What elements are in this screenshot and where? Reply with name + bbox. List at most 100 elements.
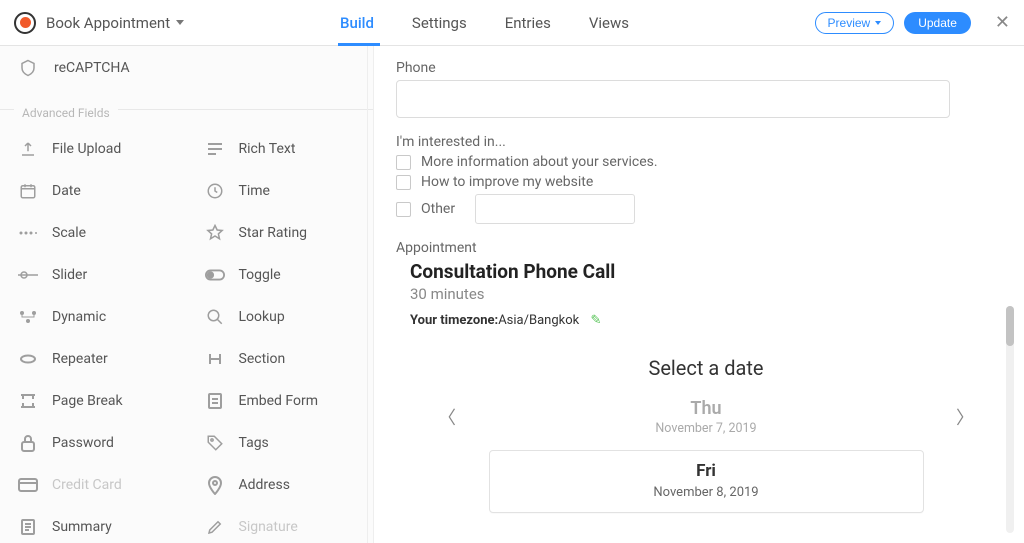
section-icon: [205, 349, 225, 369]
field-label: Lookup: [239, 309, 285, 325]
field-summary[interactable]: Summary: [0, 506, 187, 543]
field-recaptcha[interactable]: reCAPTCHA: [0, 46, 373, 90]
day-dow: Thu: [655, 398, 756, 419]
checkbox-label: Other: [421, 201, 455, 217]
checkbox-row[interactable]: How to improve my website: [396, 174, 1002, 190]
checkbox-label: More information about your services.: [421, 154, 658, 170]
field-label: Section: [239, 351, 286, 367]
field-label: Summary: [52, 519, 112, 535]
shield-icon: [18, 58, 38, 78]
tab-views[interactable]: Views: [589, 2, 629, 44]
day-card[interactable]: Fri November 8, 2019: [489, 450, 924, 513]
sidebar-scrollbar[interactable]: [367, 46, 373, 543]
scale-icon: [18, 223, 38, 243]
pagebreak-icon: [18, 391, 38, 411]
field-file-upload[interactable]: File Upload: [0, 128, 187, 170]
phone-input[interactable]: [396, 80, 950, 118]
field-label: Time: [239, 183, 270, 199]
chevron-down-icon: [875, 21, 881, 25]
field-label: Toggle: [239, 267, 281, 283]
update-button[interactable]: Update: [904, 12, 971, 34]
field-password[interactable]: Password: [0, 422, 187, 464]
checkbox-label: How to improve my website: [421, 174, 593, 190]
checkbox-row[interactable]: More information about your services.: [396, 154, 1002, 170]
tab-build[interactable]: Build: [340, 2, 374, 44]
embed-icon: [205, 391, 225, 411]
day-header: Thu November 7, 2019: [655, 398, 756, 436]
field-label-appointment: Appointment: [396, 240, 1002, 256]
scrollbar-thumb[interactable]: [1006, 306, 1014, 346]
tab-settings[interactable]: Settings: [412, 2, 467, 44]
tag-icon: [205, 433, 225, 453]
field-slider[interactable]: Slider: [0, 254, 187, 296]
field-time[interactable]: Time: [187, 170, 374, 212]
summary-icon: [18, 517, 38, 537]
field-page-break[interactable]: Page Break: [0, 380, 187, 422]
creditcard-icon: [18, 475, 38, 495]
pin-icon: [205, 475, 225, 495]
appointment-title: Consultation Phone Call: [410, 260, 1002, 283]
field-label: Date: [52, 183, 81, 199]
field-credit-card[interactable]: Credit Card: [0, 464, 187, 506]
field-star-rating[interactable]: Star Rating: [187, 212, 374, 254]
field-embed-form[interactable]: Embed Form: [187, 380, 374, 422]
checkbox-row-other[interactable]: Other: [396, 194, 1002, 224]
next-day-button[interactable]: 〉: [956, 404, 974, 430]
canvas-scrollbar[interactable]: [1006, 306, 1014, 533]
field-label: Slider: [52, 267, 87, 283]
checkbox-icon[interactable]: [396, 175, 411, 190]
field-label: File Upload: [52, 141, 121, 157]
appointment-duration: 30 minutes: [410, 285, 1002, 303]
clock-icon: [205, 181, 225, 201]
tab-bar: Build Settings Entries Views: [340, 2, 629, 44]
field-label-interest: I'm interested in...: [396, 134, 1002, 150]
field-dynamic[interactable]: Dynamic: [0, 296, 187, 338]
field-lookup[interactable]: Lookup: [187, 296, 374, 338]
field-label: Scale: [52, 225, 86, 241]
timezone-label: Your timezone:: [410, 313, 498, 328]
lock-icon: [18, 433, 38, 453]
field-rich-text[interactable]: Rich Text: [187, 128, 374, 170]
day-card-dow: Fri: [490, 461, 923, 481]
field-label: Page Break: [52, 393, 123, 409]
fields-sidebar: reCAPTCHA Advanced Fields File Upload Ric…: [0, 46, 374, 543]
field-toggle[interactable]: Toggle: [187, 254, 374, 296]
preview-button[interactable]: Preview: [815, 12, 895, 34]
field-label: Embed Form: [239, 393, 319, 409]
top-actions: Preview Update ✕: [815, 12, 1010, 34]
close-icon[interactable]: ✕: [995, 12, 1010, 33]
pencil-icon: [205, 517, 225, 537]
timezone-value: Asia/Bangkok: [498, 313, 579, 328]
field-label: Rich Text: [239, 141, 296, 157]
form-canvas: Phone I'm interested in... More informat…: [374, 46, 1024, 543]
timezone-row: Your timezone:Asia/Bangkok ✎: [410, 313, 1002, 328]
field-date[interactable]: Date: [0, 170, 187, 212]
field-label: Tags: [239, 435, 269, 451]
tab-entries[interactable]: Entries: [505, 2, 551, 44]
field-section[interactable]: Section: [187, 338, 374, 380]
section-advanced-fields: Advanced Fields: [0, 90, 373, 128]
other-input[interactable]: [475, 194, 635, 224]
search-icon: [205, 307, 225, 327]
field-label-phone: Phone: [396, 60, 1002, 76]
app-logo: [14, 12, 36, 34]
form-title-dropdown[interactable]: Book Appointment: [46, 14, 184, 32]
field-label: Signature: [239, 519, 298, 535]
field-label: reCAPTCHA: [54, 60, 130, 76]
field-signature[interactable]: Signature: [187, 506, 374, 543]
field-tags[interactable]: Tags: [187, 422, 374, 464]
slider-icon: [18, 265, 38, 285]
calendar-icon: [18, 181, 38, 201]
field-repeater[interactable]: Repeater: [0, 338, 187, 380]
field-scale[interactable]: Scale: [0, 212, 187, 254]
select-date-heading: Select a date: [410, 356, 1002, 380]
field-address[interactable]: Address: [187, 464, 374, 506]
preview-label: Preview: [828, 16, 871, 30]
toggle-icon: [205, 265, 225, 285]
pencil-icon[interactable]: ✎: [590, 313, 601, 328]
checkbox-icon[interactable]: [396, 155, 411, 170]
prev-day-button[interactable]: 〈: [438, 404, 456, 430]
day-card-date: November 8, 2019: [490, 485, 923, 500]
checkbox-icon[interactable]: [396, 202, 411, 217]
upload-icon: [18, 139, 38, 159]
